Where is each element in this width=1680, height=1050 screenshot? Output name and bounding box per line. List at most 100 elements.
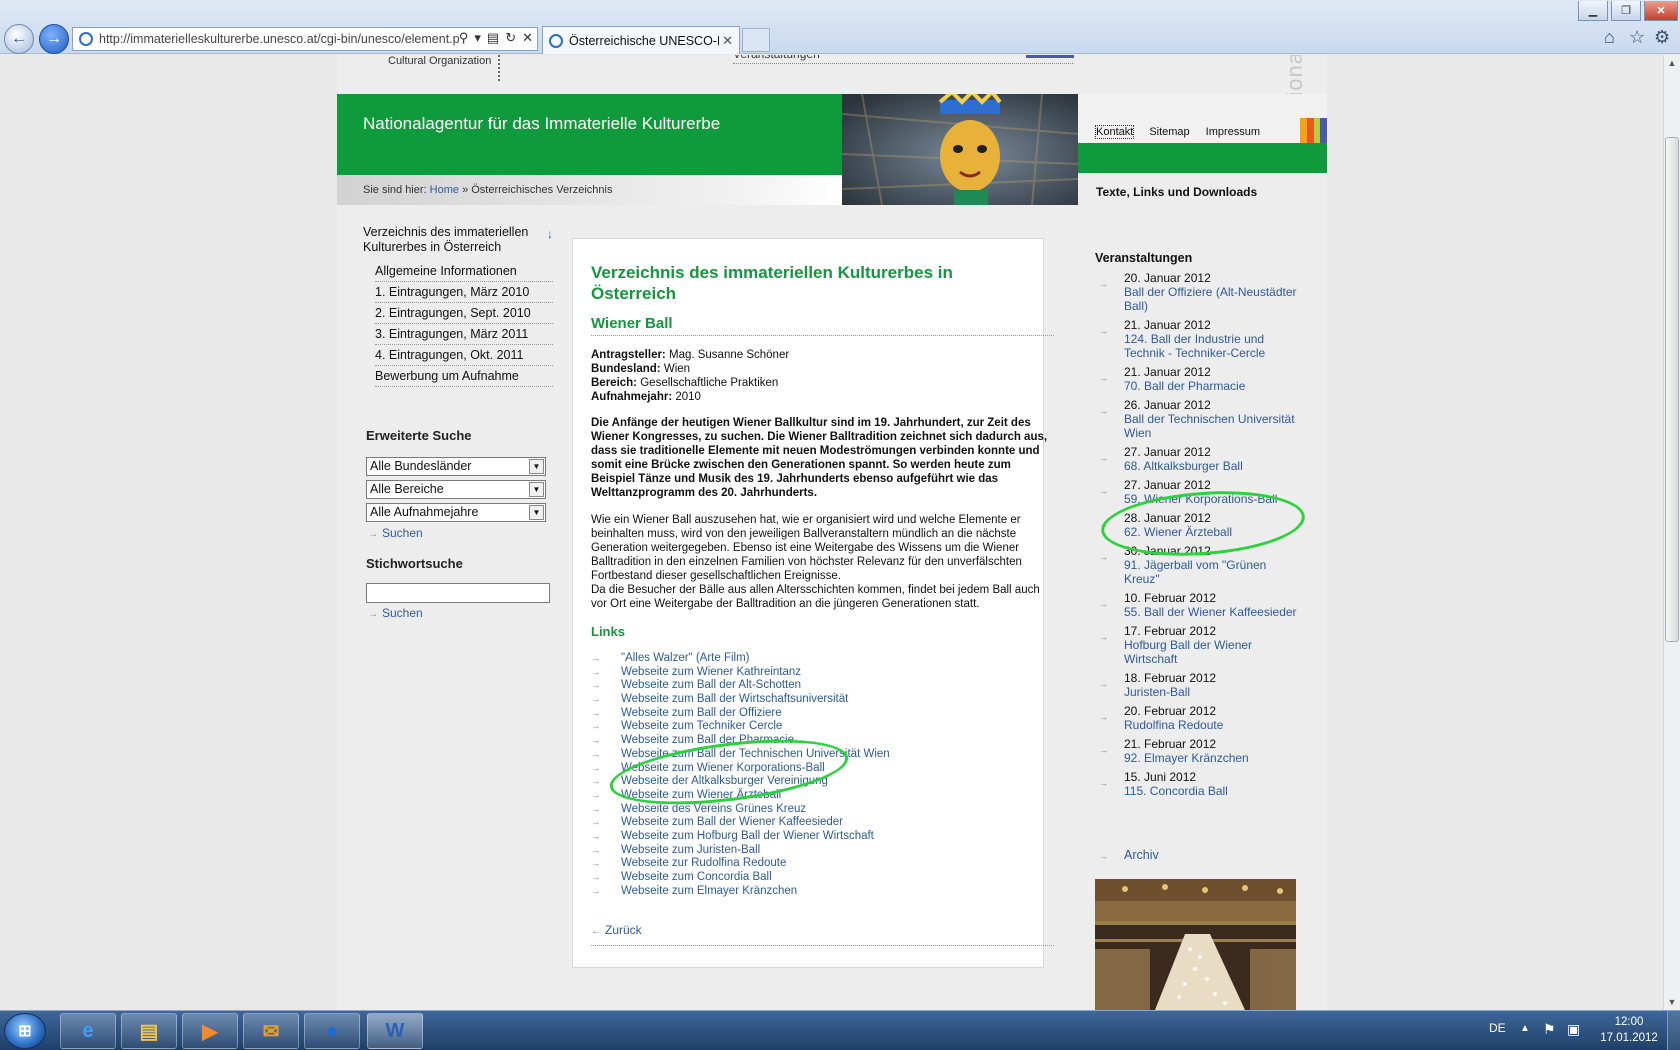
- meta-label: Antragsteller:: [591, 349, 666, 361]
- event-name-link[interactable]: 115. Concordia Ball: [1124, 784, 1299, 798]
- event-name-link[interactable]: Ball der Technischen Universität Wien: [1124, 412, 1299, 440]
- network-icon[interactable]: ▣: [1567, 1021, 1580, 1038]
- star-icon[interactable]: ☆: [1629, 27, 1645, 48]
- event-name-link[interactable]: Hofburg Ball der Wiener Wirtschaft: [1124, 638, 1299, 666]
- internet-explorer-icon[interactable]: e: [60, 1013, 116, 1049]
- link-item[interactable]: → Webseite zum Juristen-Ball: [591, 844, 890, 858]
- scroll-down-icon[interactable]: ▼: [1664, 994, 1680, 1010]
- keyword-search-input[interactable]: [366, 583, 550, 603]
- leftnav-title[interactable]: Verzeichnis des immateriellen Kulturerbe…: [363, 225, 553, 255]
- archiv-link[interactable]: → Archiv: [1099, 848, 1159, 862]
- event-item[interactable]: → 20. Januar 2012 Ball der Offiziere (Alt-…: [1099, 271, 1299, 313]
- leftnav-item-eintragungen-2[interactable]: 2. Eintragungen, Sept. 2010: [375, 303, 553, 324]
- refresh-icon[interactable]: ↻: [505, 30, 516, 46]
- event-item[interactable]: → 21. Januar 2012 70. Ball der Pharmacie: [1099, 365, 1299, 393]
- site-title[interactable]: Nationalagentur für das Immaterielle Kul…: [363, 114, 720, 134]
- event-name-link[interactable]: 124. Ball der Industrie und Technik - Te…: [1124, 332, 1299, 360]
- leftnav-item-allgemeine[interactable]: Allgemeine Informationen: [375, 261, 553, 282]
- link-item[interactable]: → Webseite zum Ball der Wiener Kaffeesied…: [591, 816, 890, 830]
- new-tab-button[interactable]: [742, 28, 770, 52]
- link-item[interactable]: → Webseite zum Concordia Ball: [591, 871, 890, 885]
- event-item[interactable]: → 26. Januar 2012 Ball der Technischen Uni…: [1099, 398, 1299, 440]
- leftnav-item-eintragungen-1[interactable]: 1. Eintragungen, März 2010: [375, 282, 553, 303]
- divider: [498, 55, 500, 81]
- tab-close-icon[interactable]: ✕: [722, 33, 733, 49]
- maximize-button[interactable]: ❐: [1611, 1, 1641, 21]
- event-name-link[interactable]: Rudolfina Redoute: [1124, 718, 1299, 732]
- leftnav-item-eintragungen-4[interactable]: 4. Eintragungen, Okt. 2011: [375, 345, 553, 366]
- outlook-icon[interactable]: ✉: [243, 1013, 299, 1049]
- impressum-link[interactable]: Impressum: [1206, 126, 1260, 138]
- bundesland-select[interactable]: Alle Bundesländer ▼: [366, 457, 546, 476]
- downloads-link[interactable]: Texte, Links und Downloads: [1096, 185, 1257, 199]
- link-label: Webseite zum Ball der Wiener Kaffeesiede…: [621, 816, 844, 829]
- tray-expand-icon[interactable]: ▲: [1520, 1023, 1530, 1034]
- event-name-link[interactable]: 92. Elmayer Kränzchen: [1124, 751, 1299, 765]
- home-icon[interactable]: ⌂: [1604, 27, 1615, 48]
- event-item[interactable]: → 20. Februar 2012 Rudolfina Redoute: [1099, 704, 1299, 732]
- forward-icon[interactable]: →: [39, 24, 69, 54]
- back-link[interactable]: ← Zurück: [591, 923, 642, 937]
- address-url[interactable]: http://immaterielleskulturerbe.unesco.at…: [99, 32, 459, 46]
- advanced-search-button[interactable]: → Suchen: [368, 526, 423, 540]
- scrollbar-thumb[interactable]: [1665, 137, 1679, 642]
- tab-active[interactable]: Österreichische UNESCO-K... ✕: [542, 26, 740, 54]
- event-item[interactable]: → 27. Januar 2012 68. Altkalksburger Ball: [1099, 445, 1299, 473]
- event-name-link[interactable]: 70. Ball der Pharmacie: [1124, 379, 1299, 393]
- leftnav-item-eintragungen-3[interactable]: 3. Eintragungen, März 2011: [375, 324, 553, 345]
- link-item[interactable]: → Webseite zum Ball der Offiziere: [591, 707, 890, 721]
- event-item[interactable]: → 17. Februar 2012 Hofburg Ball der Wiener…: [1099, 624, 1299, 666]
- dropdown-icon[interactable]: ▾: [474, 30, 481, 46]
- show-desktop-button[interactable]: [1667, 1011, 1680, 1050]
- event-item[interactable]: → 15. Juni 2012 115. Concordia Ball: [1099, 770, 1299, 798]
- link-item[interactable]: → Webseite zum Ball der Alt-Schotten: [591, 679, 890, 693]
- close-window-button[interactable]: ✕: [1644, 1, 1678, 21]
- chevron-down-icon[interactable]: ▼: [529, 505, 544, 520]
- event-name-link[interactable]: 68. Altkalksburger Ball: [1124, 459, 1299, 473]
- chevron-down-icon[interactable]: ▼: [529, 482, 544, 497]
- event-name-link[interactable]: 91. Jägerball vom "Grünen Kreuz": [1124, 558, 1299, 586]
- scroll-up-icon[interactable]: ▲: [1664, 55, 1680, 71]
- page-viewport: Cultural Organization Veranstaltungen na…: [0, 55, 1663, 1010]
- globe-icon[interactable]: ●: [304, 1013, 360, 1049]
- top-nav-fragment[interactable]: Veranstaltungen: [733, 55, 1073, 64]
- gear-icon[interactable]: ⚙: [1654, 27, 1670, 48]
- link-item[interactable]: → Webseite zum Elmayer Kränzchen: [591, 885, 890, 899]
- event-item[interactable]: → 18. Februar 2012 Juristen-Ball: [1099, 671, 1299, 699]
- sitemap-link[interactable]: Sitemap: [1149, 126, 1189, 138]
- link-item[interactable]: → Webseite zum Techniker Cercle: [591, 720, 890, 734]
- vertical-scrollbar[interactable]: ▲ ▼: [1663, 55, 1680, 1010]
- link-item[interactable]: → Webseite zum Wiener Kathreintanz: [591, 666, 890, 680]
- event-name-link[interactable]: Ball der Offiziere (Alt-Neustädter Ball): [1124, 285, 1299, 313]
- breadcrumb-home-link[interactable]: Home: [430, 184, 459, 196]
- media-player-icon[interactable]: ▶: [182, 1013, 238, 1049]
- leftnav-item-bewerbung[interactable]: Bewerbung um Aufnahme: [375, 366, 553, 387]
- minimize-button[interactable]: ▁: [1578, 1, 1608, 21]
- address-bar[interactable]: http://immaterielleskulturerbe.unesco.at…: [72, 27, 538, 51]
- link-item[interactable]: → Webseite zum Ball der Wirtschaftsuniver…: [591, 693, 890, 707]
- event-name-link[interactable]: 55. Ball der Wiener Kaffeesieder: [1124, 605, 1299, 619]
- stop-icon[interactable]: ✕: [522, 30, 533, 46]
- compat-icon[interactable]: ▤: [487, 30, 499, 46]
- bereich-select[interactable]: Alle Bereiche ▼: [366, 480, 546, 499]
- clock[interactable]: 12:00 17.01.2012: [1596, 1014, 1662, 1046]
- link-item[interactable]: → Webseite zum Hofburg Ball der Wiener Wi…: [591, 830, 890, 844]
- chevron-down-icon[interactable]: ▼: [529, 459, 544, 474]
- search-icon[interactable]: ⚲: [459, 30, 469, 46]
- jahr-select[interactable]: Alle Aufnahmejahre ▼: [366, 503, 546, 522]
- language-indicator[interactable]: DE: [1489, 1021, 1506, 1035]
- event-item[interactable]: → 21. Februar 2012 92. Elmayer Kränzchen: [1099, 737, 1299, 765]
- action-center-icon[interactable]: ⚑: [1543, 1021, 1556, 1038]
- back-icon[interactable]: ←: [4, 24, 34, 54]
- event-item[interactable]: → 10. Februar 2012 55. Ball der Wiener Kaf…: [1099, 591, 1299, 619]
- folder-icon[interactable]: ▤: [121, 1013, 177, 1049]
- start-button[interactable]: ⊞: [4, 1013, 46, 1049]
- link-item[interactable]: → "Alles Walzer" (Arte Film): [591, 652, 890, 666]
- word-icon[interactable]: W: [367, 1013, 423, 1049]
- keyword-search-button[interactable]: → Suchen: [368, 606, 423, 620]
- link-item[interactable]: → Webseite des Vereins Grünes Kreuz: [591, 803, 890, 817]
- event-name-link[interactable]: Juristen-Ball: [1124, 685, 1299, 699]
- event-item[interactable]: → 21. Januar 2012 124. Ball der Industrie …: [1099, 318, 1299, 360]
- link-item[interactable]: → Webseite zur Rudolfina Redoute: [591, 857, 890, 871]
- kontakt-link[interactable]: Kontakt: [1094, 125, 1135, 139]
